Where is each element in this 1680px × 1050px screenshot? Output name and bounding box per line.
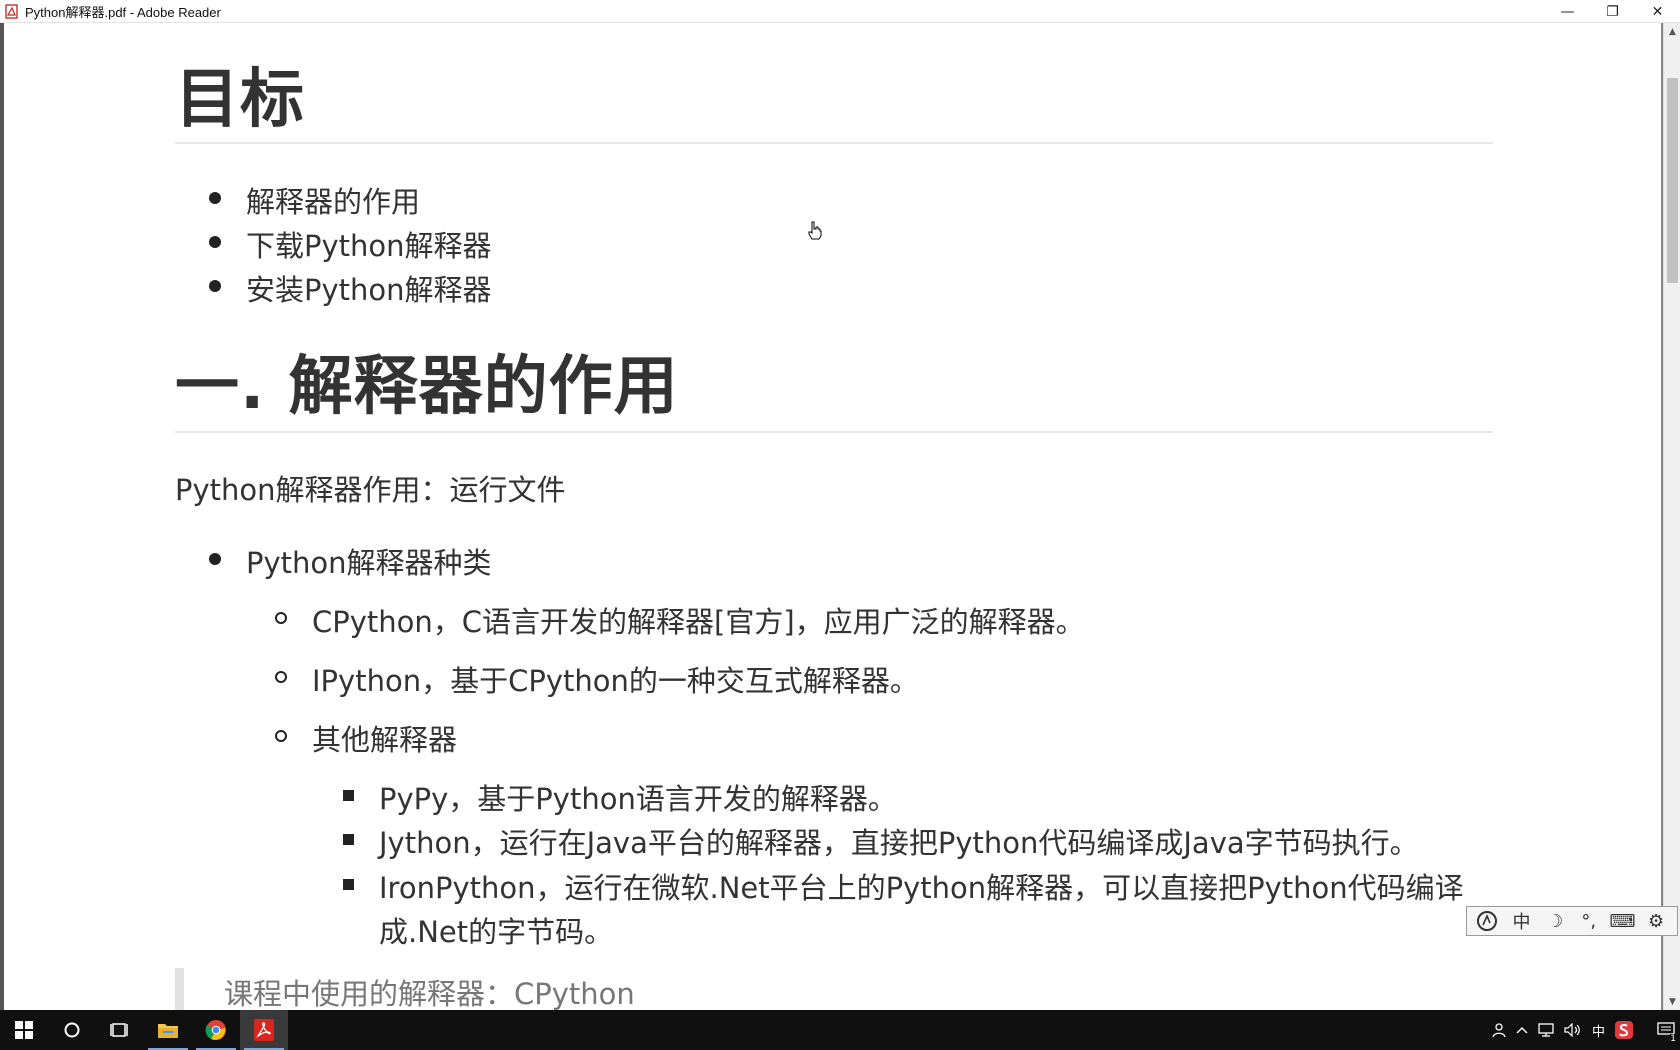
search-button[interactable] [48,1010,96,1050]
restore-button[interactable]: ❐ [1590,0,1635,23]
window-title: Python解释器.pdf - Adobe Reader [25,4,221,20]
kinds-title: Python解释器种类 [246,546,492,580]
sogou-input-icon[interactable] [1610,1010,1638,1050]
close-button[interactable]: ✕ [1635,0,1680,23]
taskbar: 中 1 [0,1010,1680,1050]
minimize-button[interactable]: — [1545,0,1590,23]
bullet-circle [275,612,287,624]
window-controls: — ❐ ✕ [1545,0,1680,23]
heading-section-1: 一. 解释器的作用 [175,350,679,424]
bullet-disc [209,553,221,565]
kind-item: IPython，基于CPython的一种交互式解释器。 [312,664,919,698]
bullet-square [343,879,354,890]
folder-icon [158,1024,178,1038]
goal-item: 解释器的作用 [246,185,421,219]
document-view[interactable]: 目标 解释器的作用 下载Python解释器 安装Python解释器 一. 解释器… [0,23,1663,1010]
action-center-button[interactable]: 1 [1652,1010,1680,1050]
notification-count-badge: 1 [1670,1034,1676,1044]
intro-paragraph: Python解释器作用：运行文件 [175,473,566,507]
show-hidden-icons-chevron-up-icon[interactable] [1511,1010,1533,1050]
other-interpreter-item: PyPy，基于Python语言开发的解释器。 [379,782,897,816]
goal-item: 安装Python解释器 [246,273,492,307]
ime-logo-icon[interactable] [1475,909,1501,933]
scroll-thumb[interactable] [1667,78,1678,283]
taskbar-adobe-reader[interactable] [240,1010,288,1050]
kind-item: CPython，C语言开发的解释器[官方]，应用广泛的解释器。 [312,605,1085,639]
ime-keyboard-icon[interactable]: ⌨ [1609,909,1635,933]
title-bar: Python解释器.pdf - Adobe Reader — ❐ ✕ [0,0,1680,23]
bullet-square [343,790,354,801]
pdf-page: 目标 解释器的作用 下载Python解释器 安装Python解释器 一. 解释器… [4,23,1663,1010]
adobe-reader-icon [254,1019,274,1041]
volume-icon[interactable] [1559,1010,1587,1050]
heading-goal: 目标 [175,63,305,137]
kind-item: 其他解释器 [312,723,458,757]
other-interpreter-item: Jython，运行在Java平台的解释器，直接把Python代码编译成Java字… [379,826,1419,860]
bullet-disc [209,192,221,204]
ime-moon-icon[interactable]: ☽ [1542,909,1568,933]
bullet-square [343,834,354,845]
ime-punctuation-toggle[interactable]: °, [1576,909,1602,933]
bullet-circle [275,671,287,683]
other-interpreter-item: IronPython，运行在微软.Net平台上的Python解释器，可以直接把P… [379,871,1464,905]
ime-toolbar: 中 ☽ °, ⌨ ⚙ [1466,906,1678,936]
bullet-circle [275,730,287,742]
system-tray: 中 1 [1485,1010,1680,1050]
ime-settings-gear-icon[interactable]: ⚙ [1643,909,1669,933]
heading-rule [175,431,1493,433]
ime-chinese-mode-toggle[interactable]: 中 [1508,909,1534,933]
adobe-reader-app-icon[interactable] [4,3,20,19]
task-view-button[interactable] [96,1010,144,1050]
windows-logo-icon [15,1021,33,1039]
chrome-icon [205,1020,226,1040]
scroll-up-arrow-icon[interactable]: ▲ [1664,23,1680,40]
bullet-disc [209,280,221,292]
vertical-scrollbar[interactable]: ▲ ▼ [1663,23,1680,1010]
goal-item: 下载Python解释器 [246,229,492,263]
blockquote-text: 课程中使用的解释器：CPython [224,977,635,1010]
taskbar-file-explorer[interactable] [144,1010,192,1050]
cortana-circle-icon [64,1022,80,1038]
bullet-disc [209,236,221,248]
network-icon[interactable] [1533,1010,1559,1050]
task-view-icon [110,1023,128,1037]
input-language-indicator[interactable]: 中 [1587,1010,1610,1050]
other-interpreter-item-continued: 成.Net的字节码。 [379,915,614,949]
scroll-down-arrow-icon[interactable]: ▼ [1664,993,1680,1010]
blockquote: 课程中使用的解释器：CPython [175,968,1493,1010]
heading-rule [175,142,1493,144]
people-icon[interactable] [1485,1010,1511,1050]
start-button[interactable] [0,1010,48,1050]
taskbar-chrome[interactable] [192,1010,240,1050]
hand-cursor-icon [808,221,822,240]
tray-spacer [1638,1010,1652,1050]
